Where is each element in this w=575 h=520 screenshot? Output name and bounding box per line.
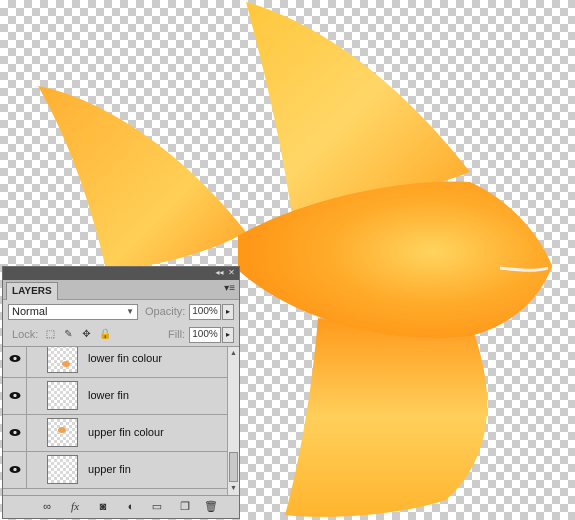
adjustment-layer-icon[interactable]: ◐ bbox=[123, 499, 139, 515]
close-panel-icon[interactable]: ✕ bbox=[226, 268, 237, 278]
panel-bottom-toolbar: ∞ fx ◙ ◐ ▭ ❐ 🗑 bbox=[3, 495, 239, 518]
lock-position-icon[interactable]: ✥ bbox=[81, 329, 92, 340]
opacity-input[interactable]: 100% bbox=[189, 304, 221, 320]
layer-name: lower fin colour bbox=[88, 353, 162, 365]
panel-menu-icon[interactable]: ▾≡ bbox=[224, 283, 235, 294]
thumbnail-paint-mark bbox=[58, 427, 66, 433]
chevron-down-icon: ▼ bbox=[126, 307, 134, 316]
scrollbar-thumb[interactable] bbox=[229, 452, 238, 482]
lock-image-pixels-icon[interactable]: ✎ bbox=[63, 329, 74, 340]
lower-fin-shape bbox=[285, 318, 488, 517]
panel-titlebar[interactable]: ◂◂ ✕ bbox=[3, 267, 239, 280]
fill-input[interactable]: 100% bbox=[189, 327, 221, 343]
opacity-slider-arrow-icon[interactable]: ▸ bbox=[222, 304, 234, 320]
layer-name: upper fin colour bbox=[88, 427, 164, 439]
tab-layers[interactable]: LAYERS bbox=[6, 282, 58, 300]
fill-label: Fill: bbox=[168, 329, 186, 341]
layer-thumbnail bbox=[47, 347, 78, 373]
fish-body-shape bbox=[238, 181, 552, 339]
layer-row[interactable]: lower fin bbox=[3, 378, 227, 415]
layer-thumbnail bbox=[47, 418, 78, 447]
lock-transparent-pixels-icon[interactable]: ⬚ bbox=[45, 329, 56, 340]
blend-mode-select[interactable]: Normal ▼ bbox=[8, 304, 138, 320]
new-layer-icon[interactable]: ❐ bbox=[177, 499, 193, 515]
layer-row[interactable]: upper fin colour bbox=[3, 415, 227, 452]
scroll-up-icon[interactable]: ▲ bbox=[228, 348, 239, 359]
visibility-eye-icon[interactable] bbox=[3, 347, 27, 377]
blend-mode-value: Normal bbox=[12, 306, 48, 318]
layer-list: lower fin colour lower fin upper fin col… bbox=[3, 347, 227, 495]
trash-icon[interactable]: 🗑 bbox=[203, 499, 219, 515]
layer-list-scrollbar[interactable]: ▲ ▼ bbox=[227, 347, 239, 495]
link-layers-icon[interactable]: ∞ bbox=[39, 499, 55, 515]
tail-fin-shape bbox=[38, 86, 246, 296]
new-group-icon[interactable]: ▭ bbox=[149, 499, 165, 515]
visibility-eye-icon[interactable] bbox=[3, 415, 27, 451]
add-mask-icon[interactable]: ◙ bbox=[95, 499, 111, 515]
layer-name: upper fin bbox=[88, 464, 131, 476]
layer-name: lower fin bbox=[88, 390, 129, 402]
lock-all-icon[interactable]: 🔒 bbox=[99, 329, 111, 340]
layer-thumbnail bbox=[47, 455, 78, 484]
visibility-eye-icon[interactable] bbox=[3, 378, 27, 414]
layer-thumbnail bbox=[47, 381, 78, 410]
collapse-panel-icon[interactable]: ◂◂ bbox=[214, 268, 225, 278]
scroll-down-icon[interactable]: ▼ bbox=[228, 483, 239, 494]
layers-panel: ◂◂ ✕ LAYERS ▾≡ Normal ▼ Opacity: 100% ▸ … bbox=[2, 266, 240, 519]
lock-label: Lock: bbox=[12, 329, 39, 341]
fx-icon[interactable]: fx bbox=[67, 499, 83, 515]
fill-slider-arrow-icon[interactable]: ▸ bbox=[222, 327, 234, 343]
layer-row[interactable]: lower fin colour bbox=[3, 347, 227, 378]
layer-row[interactable]: upper fin bbox=[3, 452, 227, 489]
opacity-label: Opacity: bbox=[145, 306, 186, 318]
thumbnail-paint-mark bbox=[62, 361, 70, 367]
visibility-eye-icon[interactable] bbox=[3, 452, 27, 488]
